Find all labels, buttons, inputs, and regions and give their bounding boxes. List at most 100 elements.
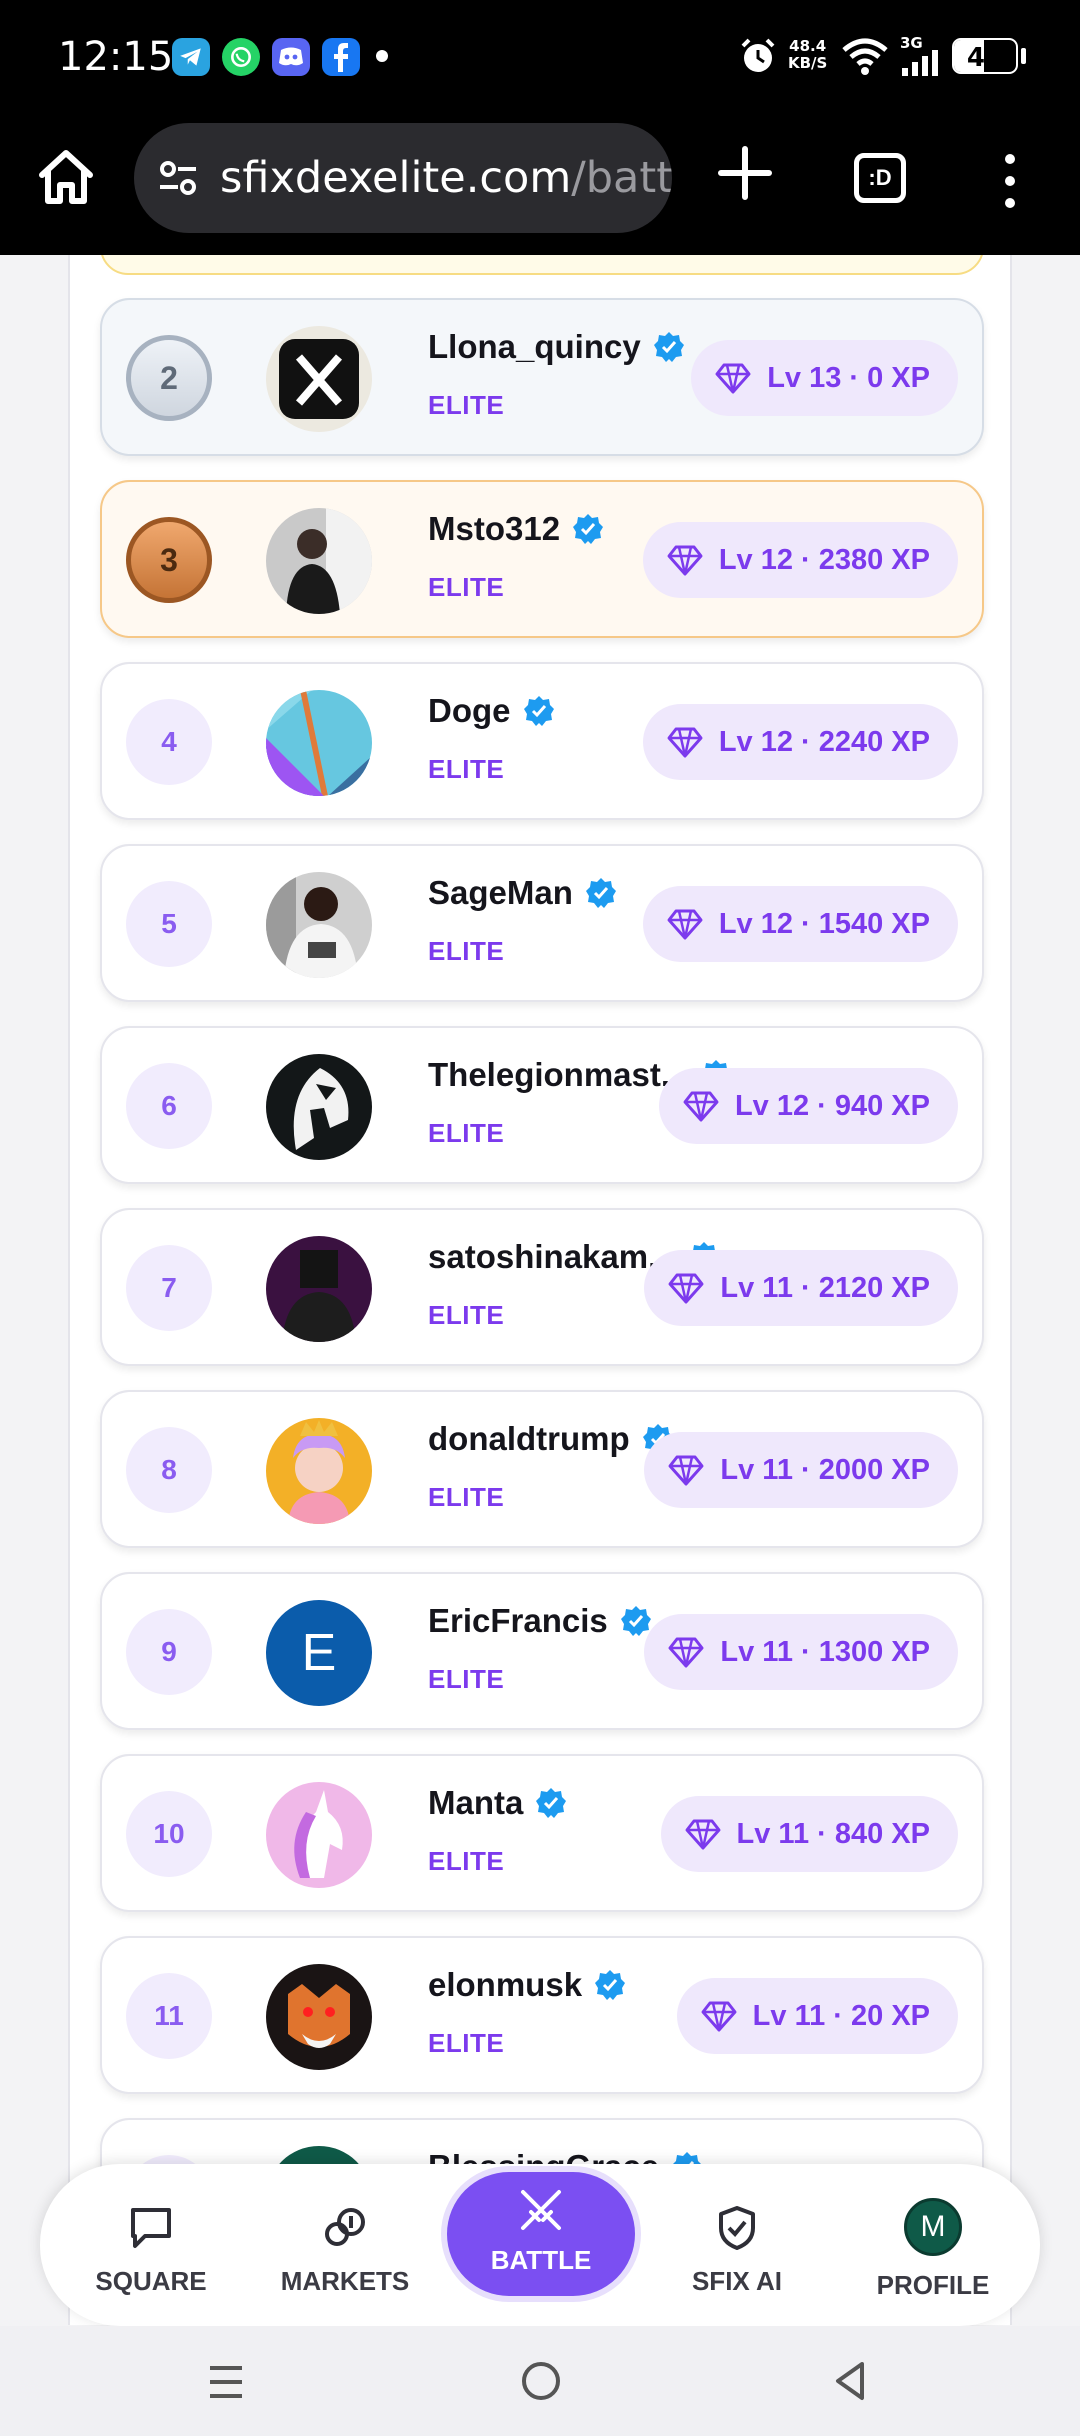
xp-pill: Lv 12 · 2380 XP — [642, 522, 958, 598]
username[interactable]: donaldtrump — [428, 1420, 674, 1458]
bottom-nav: SQUARE MARKETS BATTLE SFIX AI M PROFILE — [40, 2164, 1040, 2326]
tier-label: ELITE — [428, 390, 505, 420]
leaderboard-row[interactable]: 11 elonmusk ELITE Lv 11 · 20 XP — [100, 1936, 984, 2094]
verified-badge-icon — [573, 514, 604, 544]
user-avatar[interactable] — [266, 872, 372, 978]
username[interactable]: Msto312 — [428, 510, 604, 548]
user-avatar[interactable]: E — [266, 1600, 372, 1706]
username-text: Doge — [428, 692, 511, 729]
home-icon[interactable] — [34, 145, 98, 209]
leaderboard-row[interactable]: 8 donaldtrump ELITE Lv 11 · 2000 XP — [100, 1390, 984, 1548]
rank-badge: 10 — [126, 1791, 212, 1877]
tier-label: ELITE — [428, 1482, 505, 1512]
more-notifications-dot — [376, 50, 388, 62]
browser-menu-icon[interactable] — [1000, 153, 1020, 209]
xp-pill: Lv 11 · 2000 XP — [644, 1432, 958, 1508]
leaderboard-row[interactable]: 6 Thelegionmast... ELITE Lv 12 · 940 XP — [100, 1026, 984, 1184]
tier-label: ELITE — [428, 1664, 505, 1694]
leaderboard-panel: 2 Llona_quincy ELITE Lv 13 · 0 XP 3 Msto312 EL… — [68, 255, 1012, 2325]
xp-pill: Lv 11 · 2120 XP — [644, 1250, 958, 1326]
username-text: Thelegionmast... — [428, 1056, 689, 1093]
user-avatar[interactable] — [266, 1236, 372, 1342]
xp-text: Lv 12 · 940 XP — [734, 1089, 930, 1122]
system-nav-bar — [0, 2326, 1080, 2436]
xp-pill: Lv 11 · 20 XP — [676, 1978, 958, 2054]
leaderboard-row[interactable]: 5 SageMan ELITE Lv 12 · 1540 XP — [100, 844, 984, 1002]
tab-switcher-button[interactable]: :D — [854, 153, 906, 203]
xp-pill: Lv 11 · 1300 XP — [644, 1614, 958, 1690]
diamond-icon — [667, 545, 703, 576]
nav-battle[interactable]: BATTLE — [447, 2172, 635, 2296]
profile-avatar: M — [904, 2198, 962, 2256]
discord-icon — [272, 38, 310, 76]
status-clock: 12:15 — [58, 34, 174, 80]
tier-label: ELITE — [428, 1118, 505, 1148]
xp-text: Lv 11 · 840 XP — [736, 1817, 930, 1850]
system-home-icon[interactable] — [520, 2360, 562, 2402]
crossed-swords-icon — [521, 2190, 561, 2230]
username-text: donaldtrump — [428, 1420, 630, 1457]
user-avatar[interactable] — [266, 508, 372, 614]
browser-toolbar: sfixdexelite.com/battle :D — [0, 115, 1080, 255]
nav-square-label: SQUARE — [95, 2266, 207, 2296]
diamond-icon — [668, 1637, 704, 1668]
back-icon[interactable] — [830, 2360, 870, 2402]
xp-text: Lv 11 · 20 XP — [752, 1999, 930, 2032]
username[interactable]: Doge — [428, 692, 555, 730]
nav-square[interactable]: SQUARE — [76, 2204, 226, 2297]
username-text: elonmusk — [428, 1966, 583, 2003]
tier-label: ELITE — [428, 936, 505, 966]
xp-pill: Lv 11 · 840 XP — [660, 1796, 958, 1872]
recent-apps-icon[interactable] — [206, 2362, 246, 2402]
leaderboard-row[interactable]: 3 Msto312 ELITE Lv 12 · 2380 XP — [100, 480, 984, 638]
username[interactable]: SageMan — [428, 874, 617, 912]
user-avatar[interactable] — [266, 1054, 372, 1160]
net-speed-indicator: 48.4 KB/S — [788, 37, 828, 72]
rank-badge: 11 — [126, 1973, 212, 2059]
user-avatar[interactable] — [266, 1782, 372, 1888]
rank-badge: 4 — [126, 699, 212, 785]
rank-badge: 5 — [126, 881, 212, 967]
username[interactable]: Manta — [428, 1784, 567, 1822]
chat-bubble-icon — [131, 2208, 171, 2248]
verified-badge-icon — [523, 696, 554, 726]
leaderboard-row[interactable]: 9 E EricFrancis ELITE Lv 11 · 1300 XP — [100, 1572, 984, 1730]
url-text: sfixdexelite.com/battle — [220, 153, 672, 203]
diamond-icon — [668, 1455, 704, 1486]
user-avatar[interactable] — [266, 1964, 372, 2070]
xp-text: Lv 12 · 2240 XP — [718, 725, 930, 758]
username-text: SageMan — [428, 874, 573, 911]
diamond-icon — [683, 1091, 719, 1122]
nav-markets[interactable]: MARKETS — [270, 2204, 420, 2297]
tier-label: ELITE — [428, 1300, 505, 1330]
nav-sfix-ai[interactable]: SFIX AI — [662, 2204, 812, 2297]
whatsapp-icon — [222, 38, 260, 76]
rank-badge: 8 — [126, 1427, 212, 1513]
diamond-icon — [701, 2001, 737, 2032]
xp-text: Lv 13 · 0 XP — [767, 361, 930, 394]
new-tab-icon[interactable] — [715, 143, 775, 203]
username[interactable]: elonmusk — [428, 1966, 626, 2004]
user-avatar[interactable] — [266, 326, 372, 432]
nav-markets-label: MARKETS — [280, 2266, 410, 2296]
user-avatar[interactable] — [266, 690, 372, 796]
leaderboard-row[interactable]: 4 Doge ELITE Lv 12 · 2240 XP — [100, 662, 984, 820]
nav-profile[interactable]: M PROFILE — [858, 2198, 1008, 2301]
verified-badge-icon — [620, 1606, 651, 1636]
leaderboard-row[interactable]: 7 satoshinakam... ELITE Lv 11 · 2120 XP — [100, 1208, 984, 1366]
diamond-icon — [685, 1819, 721, 1850]
user-avatar[interactable] — [266, 1418, 372, 1524]
verified-badge-icon — [536, 1788, 567, 1818]
xp-pill: Lv 13 · 0 XP — [691, 340, 958, 416]
username[interactable]: Llona_quincy — [428, 328, 685, 366]
tier-label: ELITE — [428, 2028, 505, 2058]
battery-indicator: 48 — [952, 38, 1018, 74]
site-settings-icon[interactable] — [156, 156, 200, 200]
username[interactable]: EricFrancis — [428, 1602, 652, 1640]
xp-text: Lv 11 · 1300 XP — [720, 1635, 930, 1668]
leaderboard-row[interactable]: 2 Llona_quincy ELITE Lv 13 · 0 XP — [100, 298, 984, 456]
leaderboard-row[interactable]: 10 Manta ELITE Lv 11 · 840 XP — [100, 1754, 984, 1912]
page-content: 2 Llona_quincy ELITE Lv 13 · 0 XP 3 Msto312 EL… — [0, 255, 1080, 2325]
address-bar[interactable]: sfixdexelite.com/battle — [134, 123, 672, 233]
xp-text: Lv 12 · 2380 XP — [718, 543, 930, 576]
